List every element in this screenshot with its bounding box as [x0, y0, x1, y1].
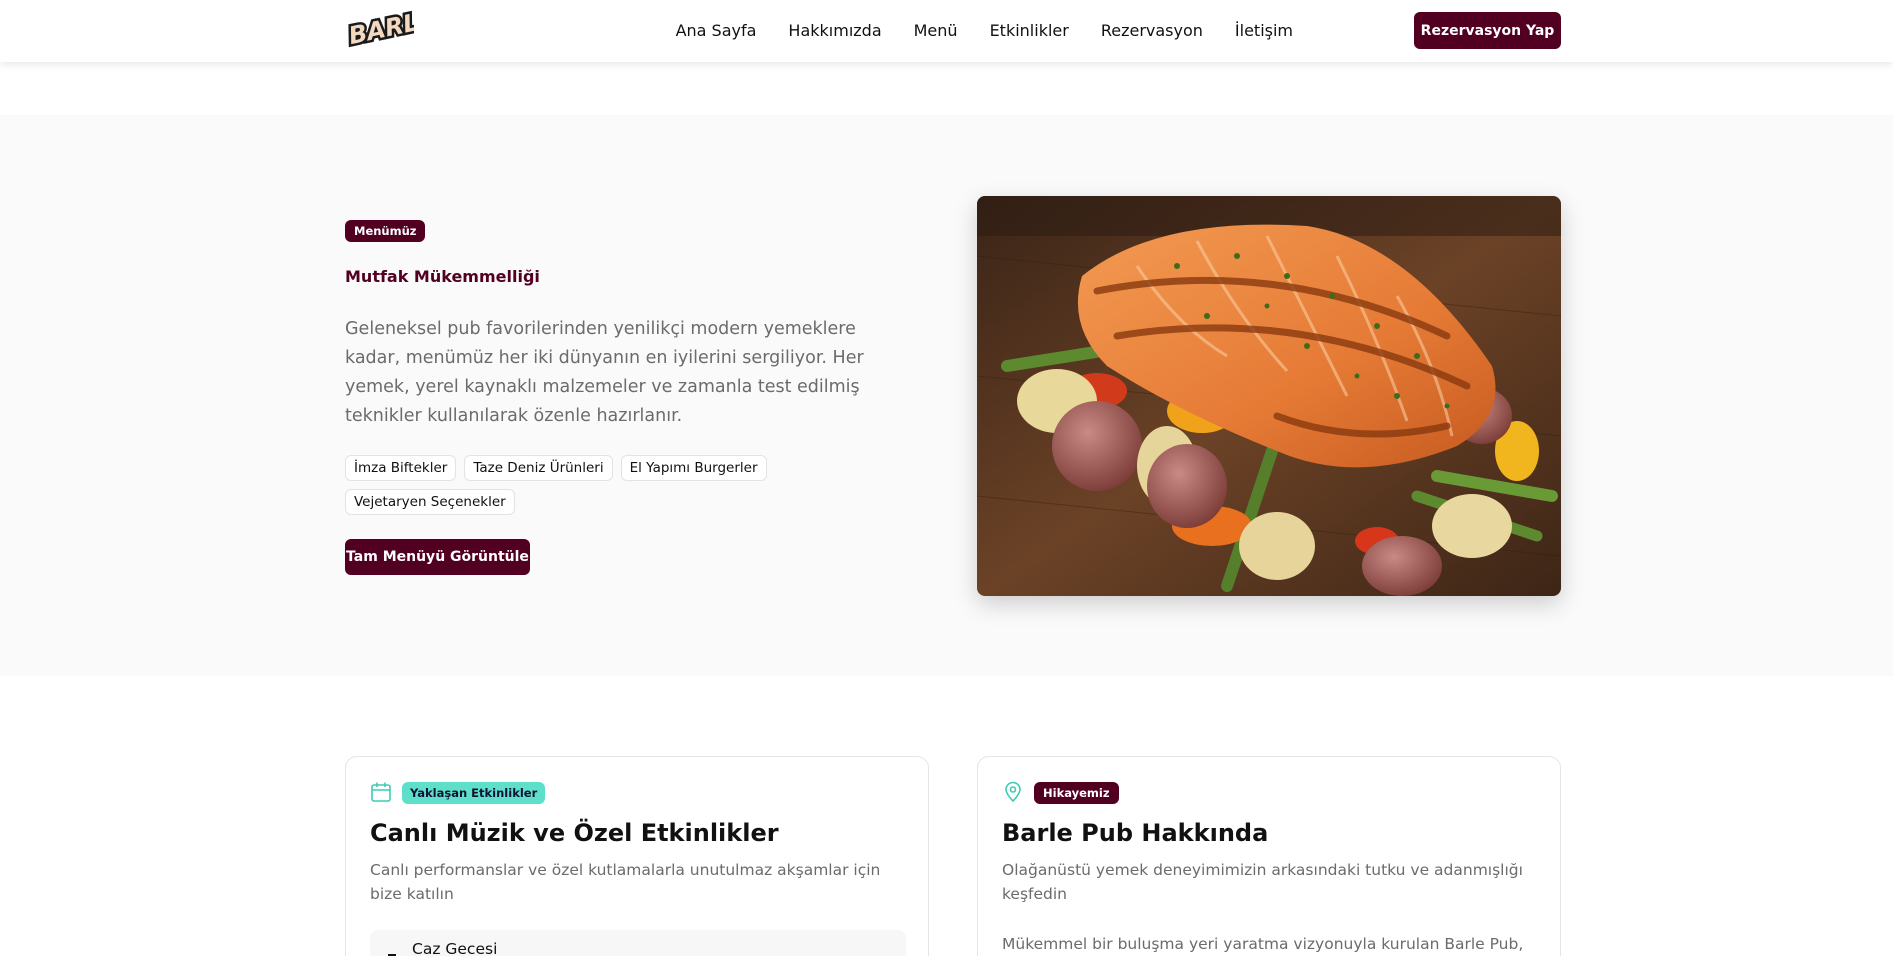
upcoming-events-badge: Yaklaşan Etkinlikler	[402, 782, 546, 804]
nav-link-about[interactable]: Hakkımızda	[788, 21, 881, 40]
our-story-badge: Hikayemiz	[1034, 782, 1119, 804]
events-description: Canlı performanslar ve özel kutlamalarla…	[370, 861, 881, 903]
nav-link-contact[interactable]: İletişim	[1235, 21, 1293, 40]
top-nav: BARLE Ana Sayfa Hakkımızda Menü Etkinlik…	[0, 0, 1893, 62]
menu-subtitle: Mutfak Mükemmelliği	[345, 267, 540, 286]
nav-menu: Ana Sayfa Hakkımızda Menü Etkinlikler Re…	[676, 0, 1293, 60]
events-title: Canlı Müzik ve Özel Etkinlikler	[370, 819, 779, 847]
about-card: Hikayemiz Barle Pub Hakkında Olağanüstü …	[977, 756, 1561, 956]
menu-tag: El Yapımı Burgerler	[620, 455, 767, 481]
menu-description: Geleneksel pub favorilerinden yenilikçi …	[345, 319, 864, 426]
make-reservation-button[interactable]: Rezervasyon Yap	[1414, 12, 1561, 49]
barle-logo[interactable]: BARLE	[344, 2, 441, 53]
about-title: Barle Pub Hakkında	[1002, 819, 1269, 847]
svg-text:BARLE: BARLE	[346, 4, 414, 50]
menu-section	[0, 115, 1893, 676]
map-pin-icon	[1002, 781, 1024, 803]
about-description: Olağanüstü yemek deneyimimizin arkasında…	[1002, 861, 1523, 903]
menu-badge: Menümüz	[345, 220, 426, 242]
event-item[interactable]: Caz Gecesi	[370, 930, 906, 956]
events-card: Yaklaşan Etkinlikler Canlı Müzik ve Özel…	[345, 756, 929, 956]
event-name: Caz Gecesi	[412, 940, 498, 956]
nav-link-events[interactable]: Etkinlikler	[990, 21, 1069, 40]
nav-link-menu[interactable]: Menü	[914, 21, 958, 40]
menu-tags: İmza Biftekler Taze Deniz Ürünleri El Ya…	[345, 455, 815, 515]
menu-tag: İmza Biftekler	[345, 455, 457, 481]
nav-link-reservation[interactable]: Rezervasyon	[1101, 21, 1203, 40]
salmon-dish-image	[977, 196, 1561, 596]
view-full-menu-button[interactable]: Tam Menüyü Görüntüle	[345, 539, 530, 575]
menu-tag: Taze Deniz Ürünleri	[464, 455, 613, 481]
about-body: Mükemmel bir buluşma yeri yaratma vizyon…	[1002, 935, 1524, 953]
calendar-icon	[370, 781, 392, 803]
nav-link-home[interactable]: Ana Sayfa	[676, 21, 757, 40]
menu-tag: Vejetaryen Seçenekler	[345, 489, 515, 515]
